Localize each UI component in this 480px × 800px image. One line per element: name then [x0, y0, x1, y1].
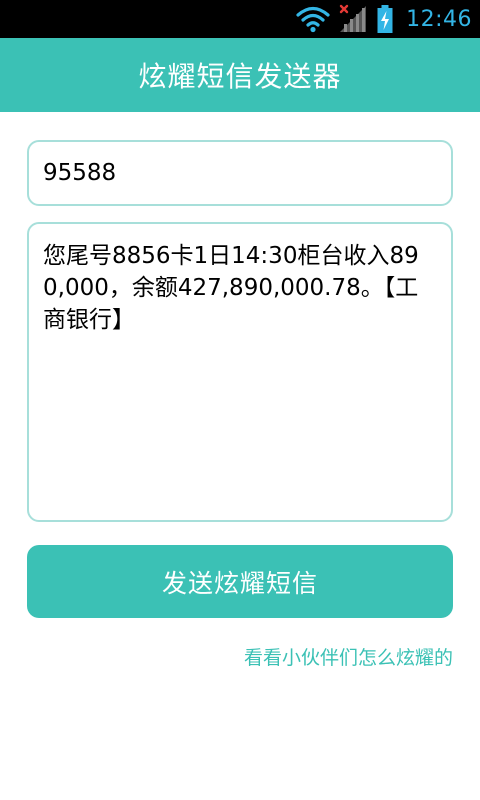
wifi-icon: [296, 6, 330, 33]
app-bar: 炫耀短信发送器: [0, 38, 480, 112]
phone-number-input[interactable]: [27, 140, 453, 206]
status-bar: 12:46: [0, 0, 480, 38]
showcase-link[interactable]: 看看小伙伴们怎么炫耀的: [244, 643, 453, 670]
status-icons: 12:46: [296, 0, 472, 38]
send-sms-button[interactable]: 发送炫耀短信: [27, 545, 453, 618]
message-textarea[interactable]: 您尾号8856卡1日14:30柜台收入890,000，余额427,890,000…: [27, 222, 453, 522]
battery-charging-icon: [377, 5, 393, 33]
status-clock: 12:46: [406, 6, 472, 32]
no-sim-signal-icon: [339, 4, 367, 32]
app-title: 炫耀短信发送器: [138, 60, 342, 93]
